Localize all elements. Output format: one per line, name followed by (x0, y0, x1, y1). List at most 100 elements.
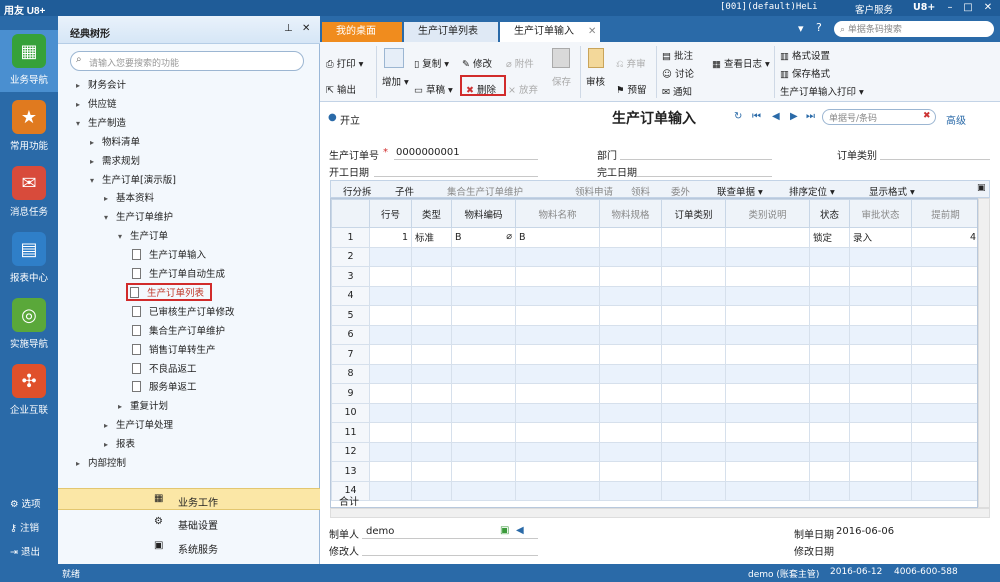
table-cell[interactable] (451, 480, 516, 501)
table-cell[interactable] (849, 383, 912, 404)
table-cell[interactable] (809, 344, 850, 365)
dropdown-icon[interactable]: ▾ (798, 22, 804, 35)
table-cell[interactable] (411, 363, 452, 384)
table-cell[interactable] (725, 383, 810, 404)
tree-item[interactable]: ▸ 重复计划 (118, 398, 168, 416)
nav-favorites[interactable]: ★ 常用功能 (0, 100, 58, 158)
table-cell[interactable] (451, 305, 516, 326)
table-cell[interactable] (725, 305, 810, 326)
table-cell[interactable] (369, 480, 412, 501)
grid-tool-item[interactable]: 子件 (395, 184, 414, 198)
table-cell[interactable] (725, 324, 810, 345)
tree-item[interactable]: ▸ 基本资料 (104, 190, 154, 208)
table-cell[interactable] (661, 285, 726, 306)
table-cell[interactable] (661, 383, 726, 404)
close-window-button[interactable]: ✕ (982, 2, 994, 13)
table-cell[interactable] (369, 461, 412, 482)
first-record-icon[interactable]: ⏮ (752, 111, 761, 122)
refresh-icon[interactable]: ↻ (734, 111, 742, 122)
table-cell[interactable] (661, 402, 726, 423)
table-cell[interactable] (911, 480, 977, 501)
table-cell[interactable] (725, 480, 810, 501)
table-cell[interactable] (661, 305, 726, 326)
table-cell[interactable] (849, 363, 912, 384)
table-cell[interactable] (849, 285, 912, 306)
table-cell[interactable] (725, 402, 810, 423)
table-cell[interactable]: 锁定 (809, 227, 850, 248)
last-record-icon[interactable]: ⏭ (806, 111, 815, 122)
pin-icon[interactable]: ⊥ (284, 23, 293, 34)
table-cell[interactable] (809, 422, 850, 443)
grid-tool-item[interactable]: 联查单据 ▾ (717, 184, 763, 198)
table-cell[interactable] (911, 383, 977, 404)
tree-item[interactable]: ▸ 财务会计 (76, 77, 126, 95)
nav-messages[interactable]: ✉ 消息任务 (0, 166, 58, 224)
chevron-right-icon[interactable]: ▸ (76, 459, 88, 468)
table-cell[interactable] (661, 227, 726, 248)
tree-item[interactable]: 销售订单转生产 (132, 342, 216, 360)
table-cell[interactable] (451, 422, 516, 443)
tree-item[interactable]: ▾ 生产订单 (118, 228, 168, 246)
table-row[interactable]: 9 (331, 383, 977, 404)
table-cell[interactable] (849, 344, 912, 365)
modify-button[interactable]: ✎ 修改 (462, 56, 492, 70)
table-row[interactable]: 5 (331, 305, 977, 326)
tree-item[interactable]: ▾ 生产订单维护 (104, 209, 173, 227)
tree-item[interactable]: 生产订单输入 (132, 247, 206, 265)
copy-button[interactable]: ▯ 复制 ▾ (414, 56, 449, 70)
table-cell[interactable] (911, 305, 977, 326)
grid-tool-item[interactable]: 领料 (631, 184, 650, 198)
notify-button[interactable]: ✉ 通知 (662, 84, 692, 98)
order-no-field[interactable]: 0000000001 (396, 147, 460, 158)
table-cell[interactable] (599, 480, 662, 501)
table-cell[interactable] (911, 402, 977, 423)
table-cell[interactable] (451, 441, 516, 462)
table-cell[interactable] (809, 266, 850, 287)
table-cell[interactable] (911, 285, 977, 306)
table-cell[interactable] (849, 324, 912, 345)
chevron-right-icon[interactable]: ▸ (90, 157, 102, 166)
table-cell[interactable] (661, 363, 726, 384)
format-settings-button[interactable]: ▥ 格式设置 (780, 48, 830, 62)
tree-item[interactable]: ▸ 供应链 (76, 96, 117, 114)
add-button[interactable]: 增加 ▾ (382, 74, 409, 88)
table-cell[interactable] (411, 480, 452, 501)
table-cell[interactable] (369, 246, 412, 267)
table-cell[interactable] (911, 344, 977, 365)
table-cell[interactable] (809, 363, 850, 384)
column-header[interactable]: 物料名称 (515, 199, 600, 228)
table-cell[interactable]: B ⌀ (451, 227, 516, 248)
table-row[interactable]: 4 (331, 285, 977, 306)
table-cell[interactable] (661, 480, 726, 501)
next-record-icon[interactable]: ▶ (790, 111, 798, 122)
table-cell[interactable] (599, 402, 662, 423)
table-cell[interactable] (849, 422, 912, 443)
table-cell[interactable] (725, 363, 810, 384)
table-cell[interactable] (849, 402, 912, 423)
chevron-right-icon[interactable]: ▸ (76, 81, 88, 90)
start-date-field[interactable] (374, 176, 538, 177)
tree-item[interactable]: ▾ 生产订单[演示版] (90, 172, 176, 190)
tree-item[interactable]: 服务单返工 (132, 379, 197, 397)
table-cell[interactable] (599, 305, 662, 326)
tree-item[interactable]: 集合生产订单维护 (132, 323, 225, 341)
table-cell[interactable] (515, 305, 600, 326)
table-cell[interactable] (515, 324, 600, 345)
nav-reports[interactable]: ▤ 报表中心 (0, 232, 58, 290)
reserve-button[interactable]: ⚑ 预留 (616, 82, 647, 96)
chevron-down-icon[interactable]: ▾ (104, 213, 116, 222)
table-cell[interactable] (849, 461, 912, 482)
table-cell[interactable] (411, 266, 452, 287)
print-button[interactable]: ⎙ 打印 ▾ (326, 56, 363, 70)
record-search-input[interactable]: 单据号/条码 ✖ (822, 109, 936, 125)
column-header[interactable]: 行号 (369, 199, 412, 228)
table-cell[interactable] (515, 461, 600, 482)
table-cell[interactable] (369, 441, 412, 462)
abandon-button[interactable]: ⨯ 放弃 (508, 82, 538, 96)
customer-service-link[interactable]: 客户服务 (855, 2, 893, 16)
table-cell[interactable] (599, 461, 662, 482)
minimize-button[interactable]: – (944, 2, 956, 13)
close-panel-icon[interactable]: ✕ (302, 23, 310, 34)
table-cell[interactable] (809, 383, 850, 404)
table-cell[interactable] (599, 285, 662, 306)
